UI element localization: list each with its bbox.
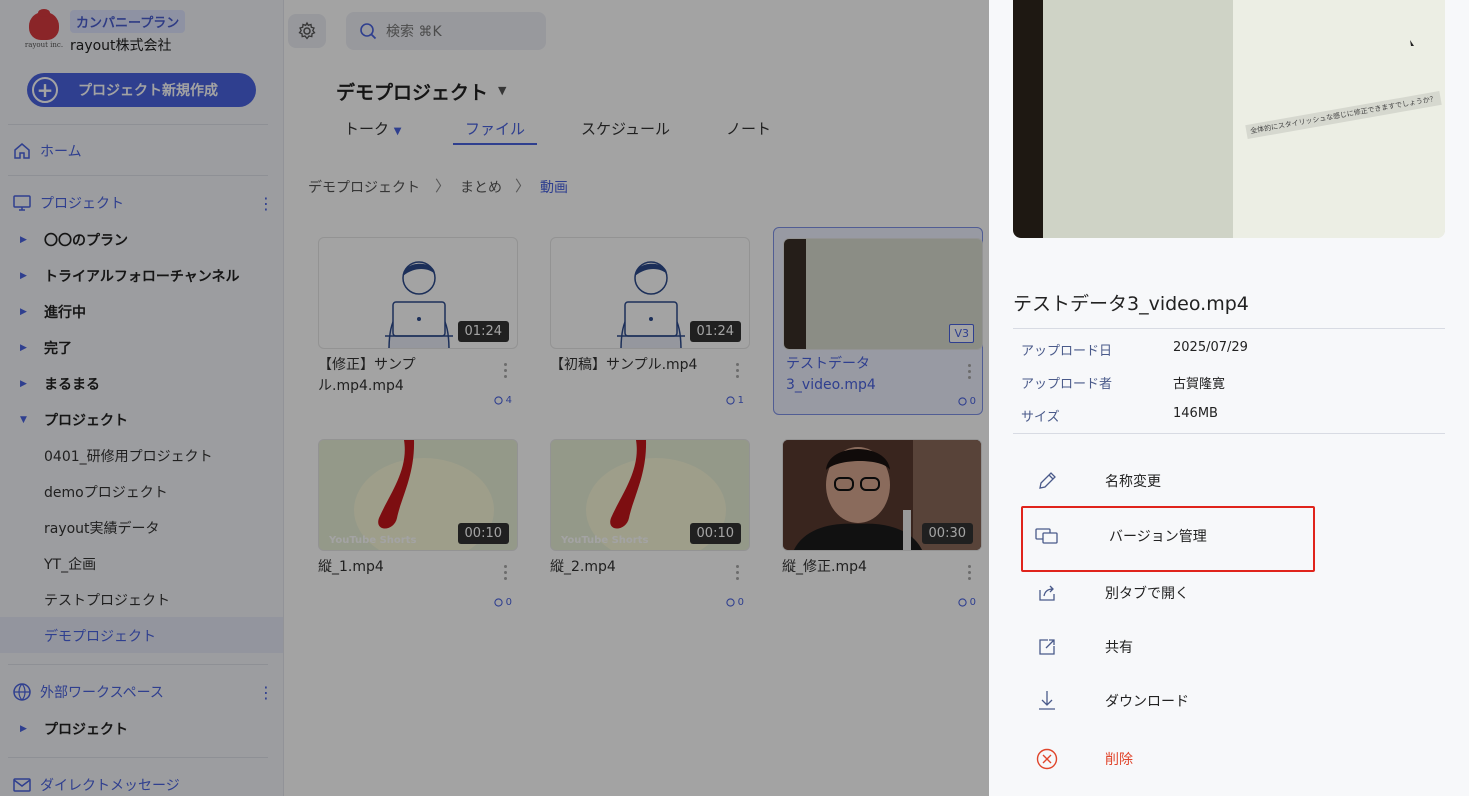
meta-value: 146MB <box>1173 406 1218 421</box>
share-action[interactable]: 共有 <box>1029 625 1389 669</box>
share-icon <box>1029 636 1065 658</box>
meta-label: アップロード者 <box>1021 377 1113 392</box>
file-detail-panel: 全体的にスタイリッシュな感じに修正できますでしょうか？ テストデータ3_vide… <box>989 0 1469 796</box>
download-action[interactable]: ダウンロード <box>1029 679 1389 723</box>
open-new-tab-action[interactable]: 別タブで開く <box>1029 571 1389 615</box>
modal-backdrop[interactable] <box>0 0 989 796</box>
rename-action[interactable]: 名称変更 <box>1029 459 1389 503</box>
divider <box>1013 433 1445 434</box>
file-title: テストデータ3_video.mp4 <box>1013 293 1249 315</box>
close-circle-icon <box>1029 747 1065 771</box>
download-icon <box>1029 689 1065 713</box>
meta-label: アップロード日 <box>1021 344 1113 359</box>
delete-action[interactable]: 削除 <box>1029 737 1389 781</box>
meta-label: サイズ <box>1021 410 1060 425</box>
divider <box>1013 328 1445 329</box>
meta-value: 古賀隆寛 <box>1173 377 1226 392</box>
meta-value: 2025/07/29 <box>1173 340 1248 355</box>
external-link-icon <box>1029 582 1065 604</box>
pencil-icon <box>1029 470 1065 492</box>
highlight-box <box>1021 506 1315 572</box>
video-frame <box>1013 0 1445 238</box>
video-preview[interactable]: 全体的にスタイリッシュな感じに修正できますでしょうか？ <box>1013 0 1445 238</box>
